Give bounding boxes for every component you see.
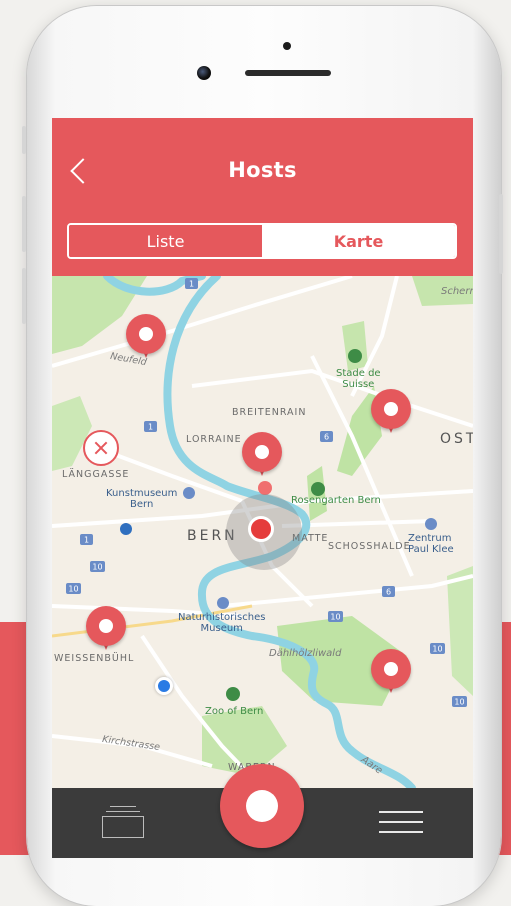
host-map-pin[interactable] (242, 432, 282, 480)
record-icon (246, 790, 278, 822)
map-label-zoo: Zoo of Bern (205, 706, 264, 717)
page-title: Hosts (228, 158, 297, 182)
map-label-breitenrain: BREITENRAIN (232, 407, 307, 418)
bus-stop-icon (120, 523, 132, 535)
map-label-scherr: Scherr (441, 286, 473, 297)
top-bar: Hosts Liste Karte (52, 118, 473, 276)
map-label-lorraine: LORRAINE (186, 434, 242, 445)
user-location-dot (155, 677, 173, 695)
map-label-kunstmuseum: Kunstmuseum Bern (106, 488, 178, 510)
garden-icon (311, 482, 325, 496)
selected-location-marker[interactable] (248, 516, 274, 542)
road-badge-text: 10 (454, 698, 464, 707)
road-badge-text: 10 (92, 563, 102, 572)
map-label-ost: OST (440, 431, 473, 447)
road-badge-text: 10 (432, 645, 442, 654)
proximity-sensor (283, 42, 291, 50)
earpiece-speaker (245, 70, 331, 76)
map-label-weissenbuhl: WEISSENBÜHL (54, 653, 135, 664)
map-label-naturhistorisches: Naturhistorisches Museum (178, 612, 266, 634)
map-label-schosshalde: SCHOSSHALDE (328, 541, 411, 552)
road-badge-text: 10 (330, 613, 340, 622)
volume-down-button (22, 268, 26, 324)
power-button (499, 194, 503, 274)
tab-liste[interactable]: Liste (69, 225, 262, 257)
menu-icon[interactable] (379, 811, 423, 835)
road-badge-text: 6 (324, 433, 329, 442)
museum-icon (217, 597, 229, 609)
road-badge-text: 10 (68, 585, 78, 594)
cards-stack-icon[interactable] (102, 806, 144, 838)
stadium-icon (348, 349, 362, 363)
museum-icon (183, 487, 195, 499)
app-screen: Hosts Liste Karte 1 1 6 1 10 10 6 10 10 … (52, 118, 473, 858)
map-view[interactable]: 1 1 6 1 10 10 6 10 10 10 Neufeld Stade d… (52, 276, 473, 788)
host-map-pin[interactable] (371, 389, 411, 437)
tab-karte[interactable]: Karte (262, 225, 455, 257)
road-badge-text: 1 (189, 280, 194, 289)
front-camera (197, 66, 211, 80)
host-map-pin[interactable] (126, 314, 166, 362)
museum-icon (425, 518, 437, 530)
host-map-pin[interactable] (86, 606, 126, 654)
close-icon[interactable] (83, 430, 119, 466)
map-label-dahlholzliwald: Dählhölzliwald (269, 648, 342, 659)
mute-switch (22, 126, 26, 154)
hospital-marker (258, 481, 272, 495)
host-map-pin[interactable] (371, 649, 411, 697)
road-badge-text: 1 (148, 423, 153, 432)
volume-up-button (22, 196, 26, 252)
map-label-zentrum: Zentrum Paul Klee (408, 533, 454, 555)
record-button[interactable] (220, 764, 304, 848)
road-badge-text: 6 (386, 588, 391, 597)
map-label-langgasse: LÄNGGASSE (62, 469, 130, 480)
zoo-icon (226, 687, 240, 701)
map-label-stade: Stade de Suisse (336, 368, 381, 390)
map-label-rosengarten: Rosengarten Bern (291, 495, 381, 506)
view-toggle: Liste Karte (67, 223, 457, 259)
road-badge-text: 1 (84, 536, 89, 545)
